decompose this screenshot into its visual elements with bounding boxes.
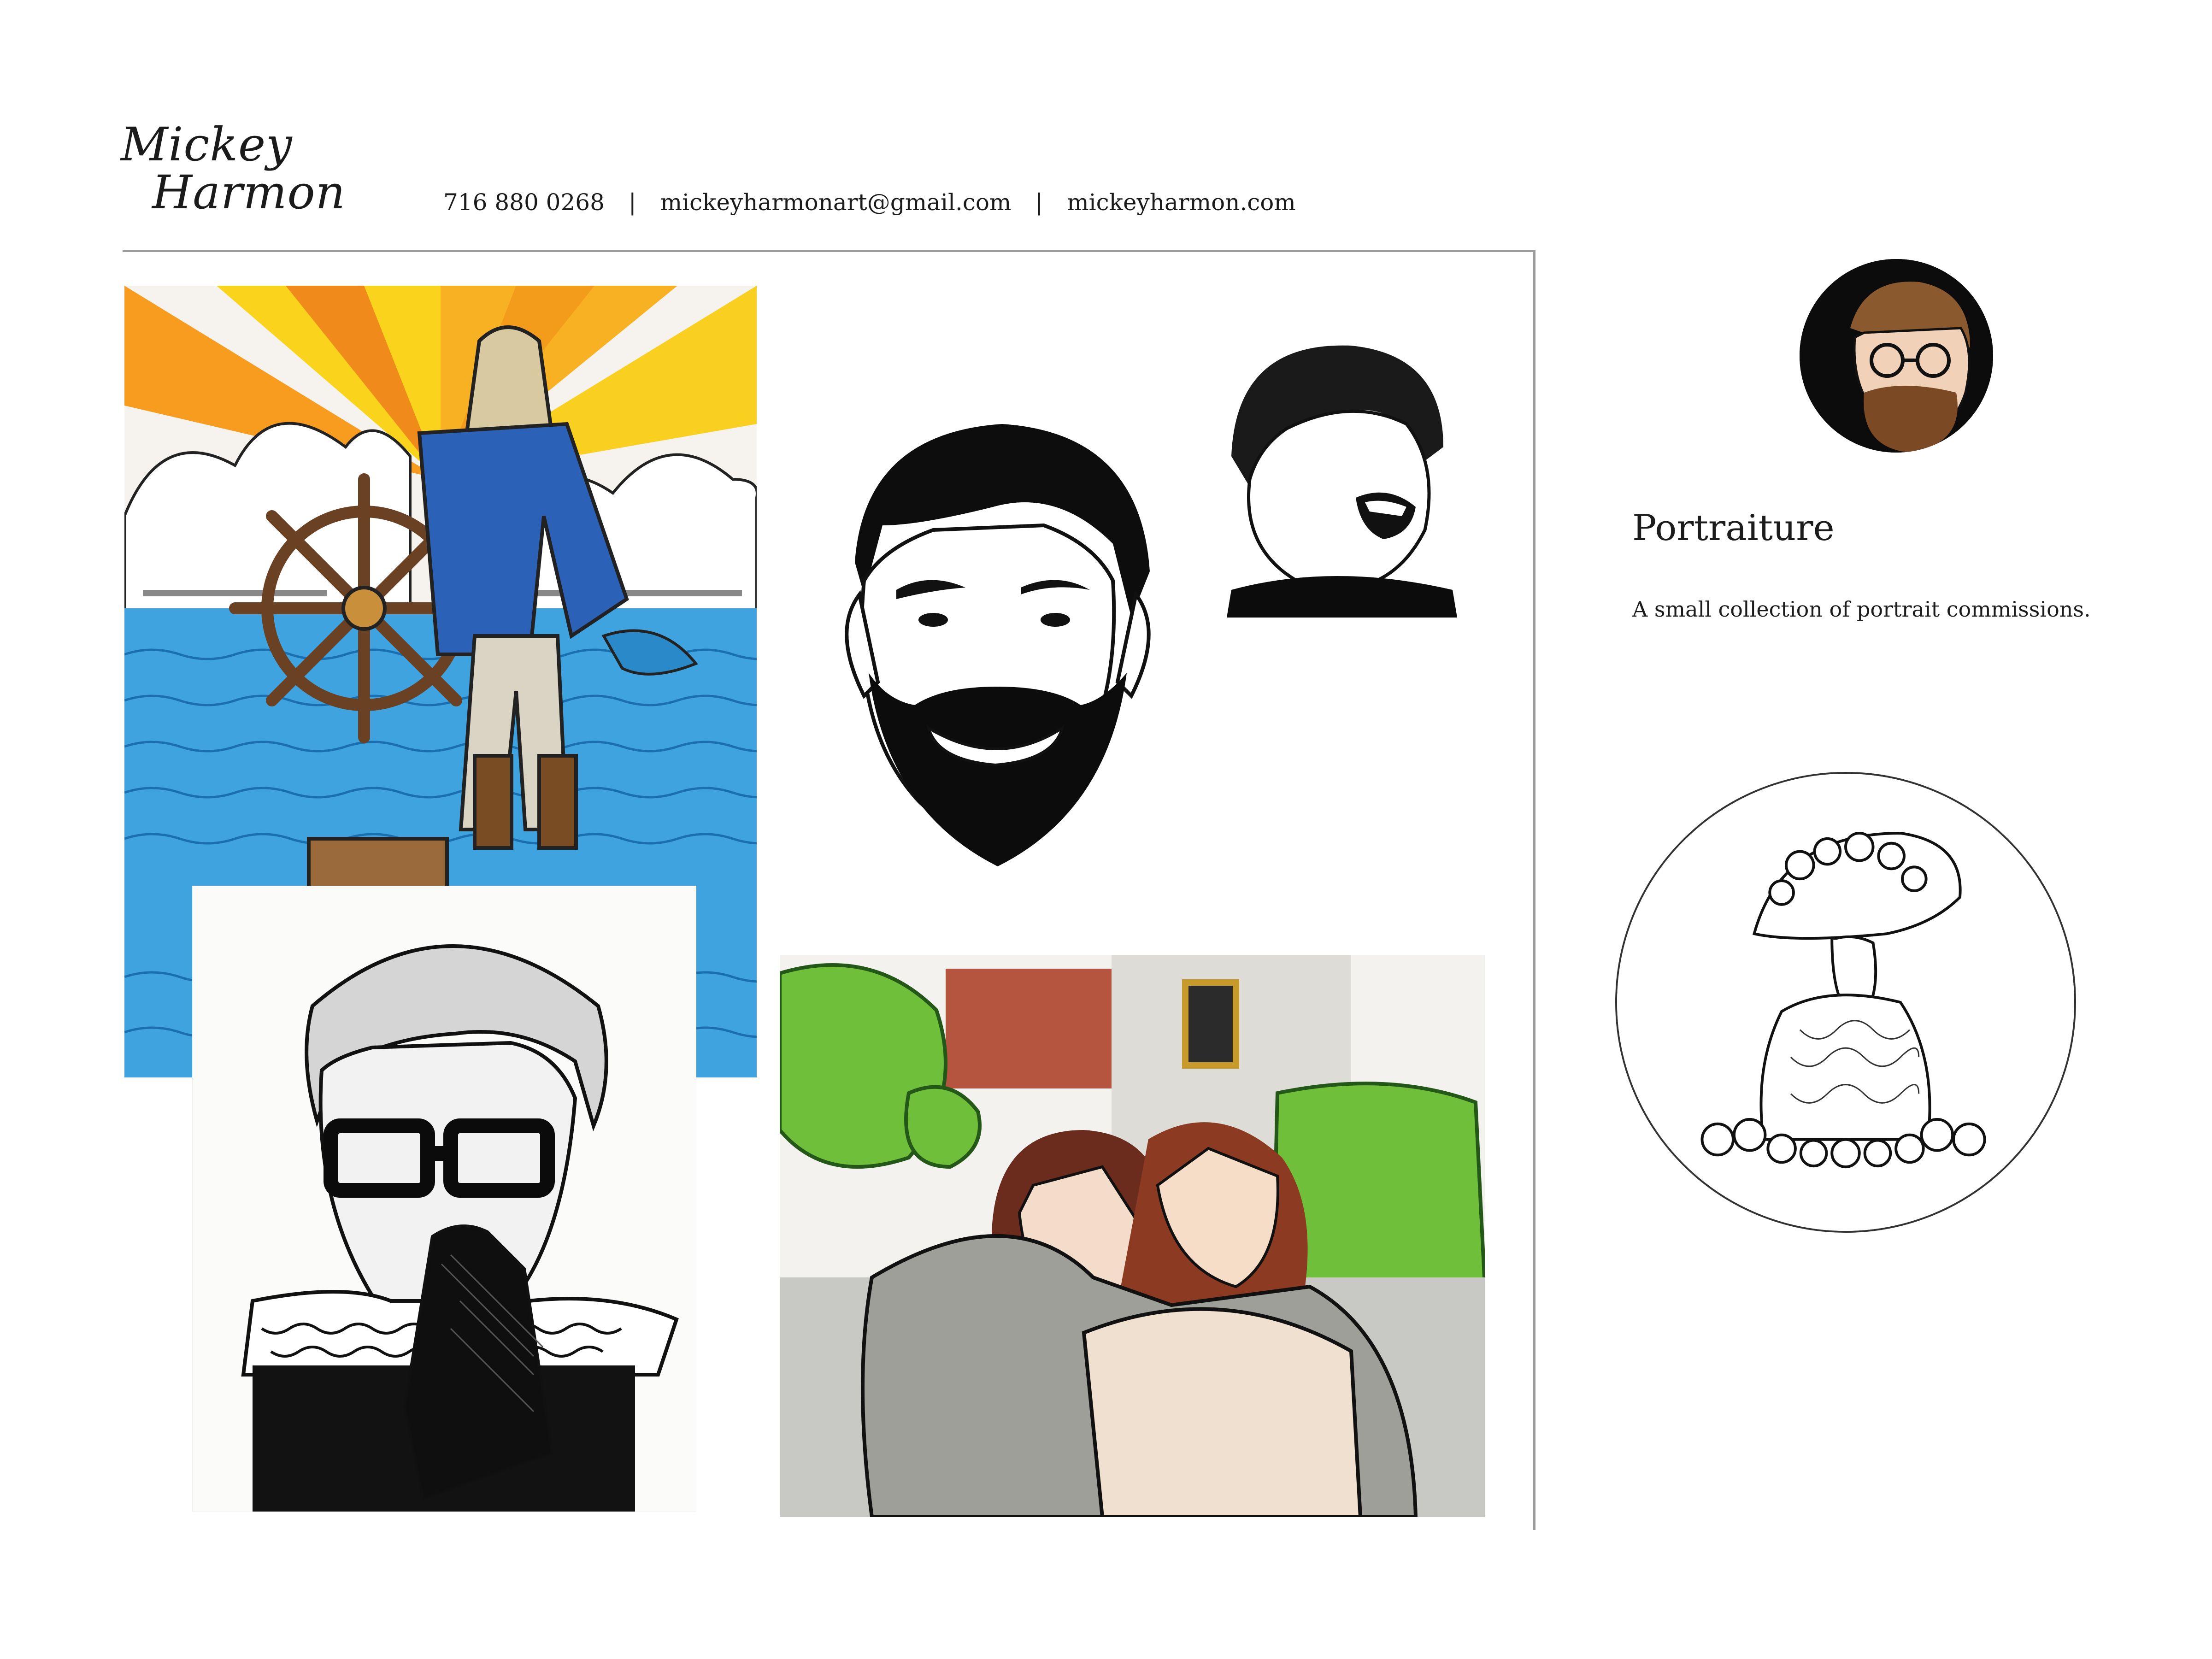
phone-number: 716 880 0268 — [443, 189, 605, 216]
separator: | — [1035, 189, 1043, 216]
email-link[interactable]: mickeyharmonart@gmail.com — [660, 189, 1012, 216]
woman-with-glasses-and-lace-collar-portrait — [193, 886, 696, 1512]
artist-last-name: Harmon — [152, 165, 346, 219]
artist-name-logo: Mickey Harmon — [121, 121, 346, 217]
section-description: A small collection of portrait commissio… — [1632, 597, 2091, 622]
section-title: Portraiture — [1632, 507, 1835, 549]
header-divider — [123, 250, 1535, 252]
column-divider — [1533, 250, 1535, 1530]
separator: | — [628, 189, 636, 216]
website-link[interactable]: mickeyharmon.com — [1067, 189, 1296, 216]
embracing-couple-portrait — [780, 955, 1485, 1517]
artist-self-portrait-avatar — [1800, 259, 1993, 453]
artist-first-name: Mickey — [121, 118, 293, 171]
woman-with-flowered-hat-medallion — [1615, 772, 2076, 1233]
laughing-boy-portrait — [1213, 332, 1466, 627]
contact-line: 716 880 0268 | mickeyharmonart@gmail.com | m… — [443, 186, 1296, 218]
bearded-man-portrait — [804, 396, 1187, 917]
